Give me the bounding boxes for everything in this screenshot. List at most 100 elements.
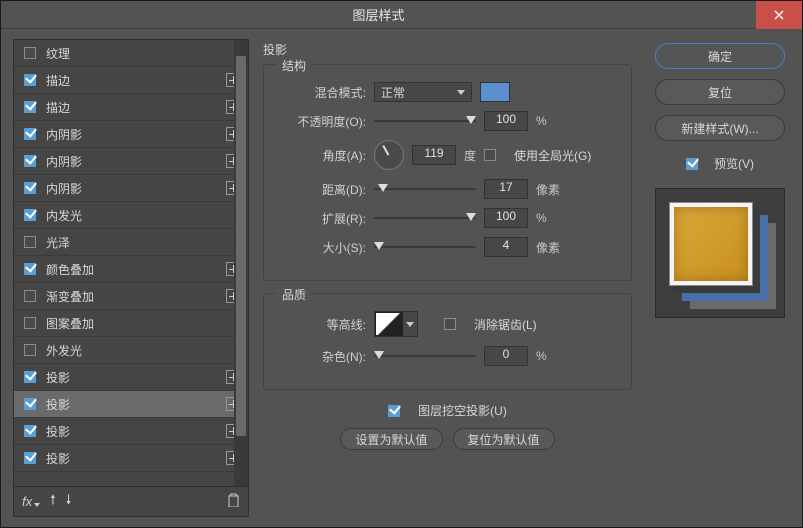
reset-default-button[interactable]: 复位为默认值 — [453, 428, 555, 450]
style-checkbox[interactable] — [24, 236, 36, 248]
style-row-8[interactable]: 颜色叠加 — [14, 256, 248, 283]
style-label: 描边 — [46, 72, 222, 89]
style-checkbox[interactable] — [24, 344, 36, 356]
style-label: 外发光 — [46, 342, 240, 359]
noise-slider[interactable] — [374, 349, 476, 363]
style-checkbox[interactable] — [24, 290, 36, 302]
ok-button[interactable]: 确定 — [655, 43, 785, 69]
style-label: 内阴影 — [46, 126, 222, 143]
style-label: 图案叠加 — [46, 315, 240, 332]
global-light-checkbox[interactable] — [484, 149, 496, 161]
size-label: 大小(S): — [278, 239, 366, 256]
style-label: 光泽 — [46, 234, 240, 251]
style-row-9[interactable]: 渐变叠加 — [14, 283, 248, 310]
dialog-body: 纹理描边描边内阴影内阴影内阴影内发光光泽颜色叠加渐变叠加图案叠加外发光投影投影投… — [1, 29, 802, 527]
global-light-label: 使用全局光(G) — [514, 147, 591, 164]
blend-mode-label: 混合模式: — [278, 84, 366, 101]
style-row-4[interactable]: 内阴影 — [14, 148, 248, 175]
close-button[interactable] — [756, 1, 802, 29]
opacity-label: 不透明度(O): — [278, 113, 366, 130]
style-checkbox[interactable] — [24, 371, 36, 383]
angle-dial[interactable] — [374, 140, 404, 170]
opacity-slider[interactable] — [374, 114, 476, 128]
contour-thumb — [375, 312, 403, 336]
style-label: 渐变叠加 — [46, 288, 222, 305]
style-row-14[interactable]: 投影 — [14, 418, 248, 445]
knockout-checkbox[interactable] — [388, 405, 400, 417]
noise-input[interactable]: 0 — [484, 346, 528, 366]
chevron-down-icon[interactable] — [403, 312, 417, 336]
angle-input[interactable]: 119 — [412, 145, 456, 165]
quality-group: 品质 等高线: 消除锯齿(L) 杂色(N): 0 % — [263, 293, 632, 390]
move-up-icon[interactable]: 🠕 — [50, 491, 56, 513]
style-label: 内发光 — [46, 207, 240, 224]
style-checkbox[interactable] — [24, 317, 36, 329]
distance-slider[interactable] — [374, 182, 476, 196]
style-row-5[interactable]: 内阴影 — [14, 175, 248, 202]
preview-thumbnail — [655, 188, 785, 318]
scrollbar[interactable] — [234, 40, 248, 486]
size-input[interactable]: 4 — [484, 237, 528, 257]
new-style-button[interactable]: 新建样式(W)... — [655, 115, 785, 141]
style-row-6[interactable]: 内发光 — [14, 202, 248, 229]
style-label: 纹理 — [46, 45, 240, 62]
distance-label: 距离(D): — [278, 181, 366, 198]
style-row-7[interactable]: 光泽 — [14, 229, 248, 256]
spread-input[interactable]: 100 — [484, 208, 528, 228]
style-row-0[interactable]: 纹理 — [14, 40, 248, 67]
style-checkbox[interactable] — [24, 74, 36, 86]
style-list-footer: fx 🠕 🠗 — [14, 486, 248, 516]
spread-slider[interactable] — [374, 211, 476, 225]
style-label: 投影 — [46, 423, 222, 440]
style-label: 投影 — [46, 396, 222, 413]
preview-label: 预览(V) — [714, 155, 754, 172]
style-label: 内阴影 — [46, 180, 222, 197]
noise-label: 杂色(N): — [278, 348, 366, 365]
style-label: 投影 — [46, 450, 222, 467]
trash-icon[interactable] — [227, 493, 240, 510]
style-row-10[interactable]: 图案叠加 — [14, 310, 248, 337]
structure-group: 结构 混合模式: 正常 不透明度(O): 100 % 角度(A): 119 度 — [263, 64, 632, 281]
scrollbar-thumb[interactable] — [236, 56, 246, 436]
style-checkbox[interactable] — [24, 101, 36, 113]
contour-picker[interactable] — [374, 311, 418, 337]
fx-menu[interactable]: fx — [22, 494, 40, 509]
noise-unit: % — [536, 349, 547, 363]
style-checkbox[interactable] — [24, 128, 36, 140]
style-checkbox[interactable] — [24, 452, 36, 464]
style-row-2[interactable]: 描边 — [14, 94, 248, 121]
style-label: 颜色叠加 — [46, 261, 222, 278]
action-panel: 确定 复位 新建样式(W)... 预览(V) — [648, 39, 792, 517]
style-row-3[interactable]: 内阴影 — [14, 121, 248, 148]
reset-button[interactable]: 复位 — [655, 79, 785, 105]
blend-mode-select[interactable]: 正常 — [374, 82, 472, 102]
move-down-icon[interactable]: 🠗 — [66, 491, 72, 513]
style-checkbox[interactable] — [24, 182, 36, 194]
angle-label: 角度(A): — [278, 147, 366, 164]
antialias-checkbox[interactable] — [444, 318, 456, 330]
spread-label: 扩展(R): — [278, 210, 366, 227]
style-checkbox[interactable] — [24, 47, 36, 59]
style-checkbox[interactable] — [24, 398, 36, 410]
opacity-unit: % — [536, 114, 547, 128]
preview-checkbox[interactable] — [686, 158, 698, 170]
style-row-12[interactable]: 投影 — [14, 364, 248, 391]
distance-input[interactable]: 17 — [484, 179, 528, 199]
shadow-color-swatch[interactable] — [480, 82, 510, 102]
structure-legend: 结构 — [276, 57, 312, 74]
antialias-label: 消除锯齿(L) — [474, 316, 537, 333]
style-checkbox[interactable] — [24, 155, 36, 167]
titlebar: 图层样式 — [1, 1, 802, 29]
style-row-15[interactable]: 投影 — [14, 445, 248, 472]
make-default-button[interactable]: 设置为默认值 — [340, 428, 442, 450]
size-slider[interactable] — [374, 240, 476, 254]
style-checkbox[interactable] — [24, 209, 36, 221]
style-checkbox[interactable] — [24, 425, 36, 437]
style-row-11[interactable]: 外发光 — [14, 337, 248, 364]
style-row-13[interactable]: 投影 — [14, 391, 248, 418]
opacity-input[interactable]: 100 — [484, 111, 528, 131]
layer-style-dialog: 图层样式 纹理描边描边内阴影内阴影内阴影内发光光泽颜色叠加渐变叠加图案叠加外发光… — [0, 0, 803, 528]
style-checkbox[interactable] — [24, 263, 36, 275]
style-row-1[interactable]: 描边 — [14, 67, 248, 94]
settings-panel: 投影 结构 混合模式: 正常 不透明度(O): 100 % 角度(A): — [257, 39, 640, 517]
